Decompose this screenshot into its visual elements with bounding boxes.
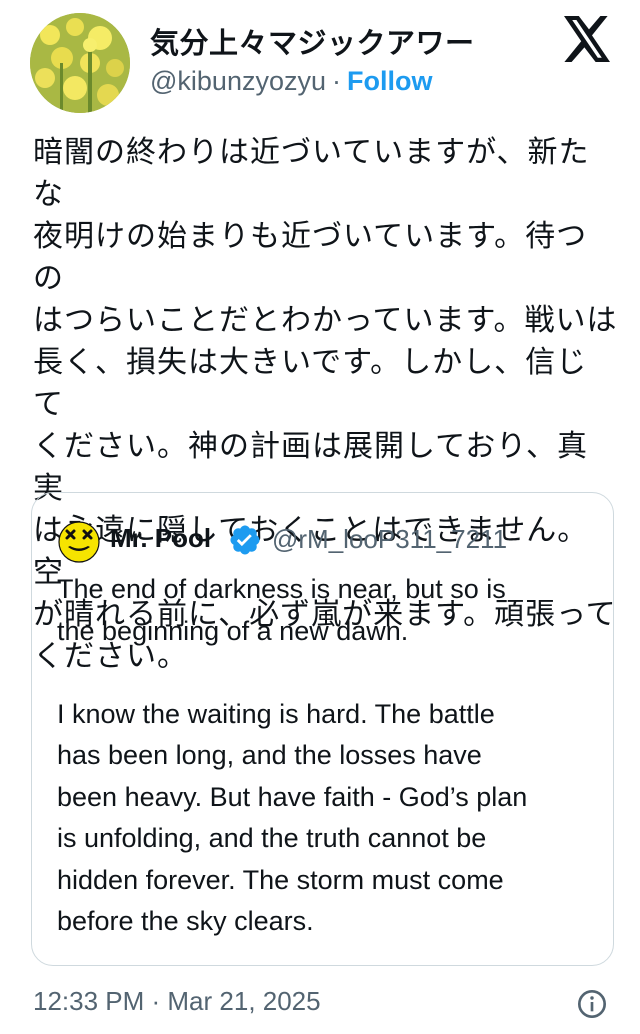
author-handle[interactable]: @kibunzyozyu xyxy=(150,66,326,96)
tweet-timestamp[interactable]: 12:33 PM · Mar 21, 2025 xyxy=(33,986,321,1017)
quoted-author-handle[interactable]: @rM_looP311_7211 xyxy=(272,524,507,555)
separator-dot: · xyxy=(332,66,341,96)
smiley-face-avatar-icon[interactable] xyxy=(58,521,100,563)
author-avatar[interactable] xyxy=(30,13,130,113)
x-logo-icon[interactable] xyxy=(564,16,612,62)
tweet-card: 気分上々マジックアワー @kibunzyozyu · Follow 暗闇の終わりは近… xyxy=(0,0,640,1034)
quoted-tweet-text: The end of darkness is near, but so is t… xyxy=(57,574,528,936)
flower-field-avatar-icon xyxy=(30,13,130,113)
verified-badge-icon xyxy=(228,523,262,557)
author-meta: @kibunzyozyu · Follow xyxy=(150,66,432,97)
follow-button[interactable]: Follow xyxy=(347,66,432,96)
quoted-author-name[interactable]: Mr. Pool xyxy=(110,523,211,554)
info-icon[interactable] xyxy=(576,988,608,1020)
quoted-tweet[interactable]: Mr. Pool @rM_looP311_7211 The end of dar… xyxy=(31,492,614,966)
author-display-name[interactable]: 気分上々マジックアワー xyxy=(150,20,475,62)
